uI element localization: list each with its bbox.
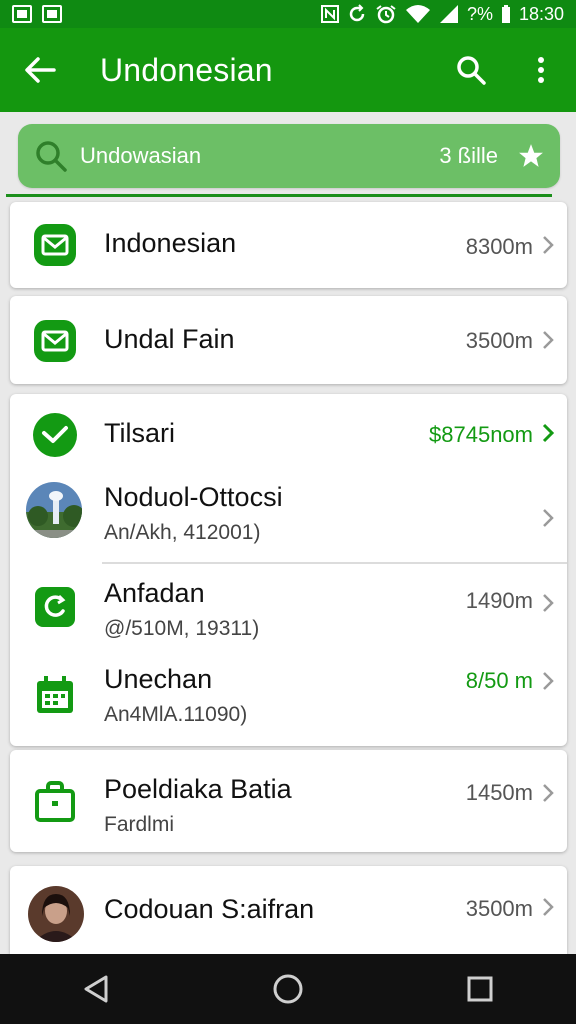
chevron-right-icon [543, 509, 554, 527]
item-value: 1490m [465, 588, 533, 613]
mail-icon [32, 318, 78, 364]
item-value: 3500m [465, 896, 533, 921]
chevron-right-icon [543, 672, 554, 690]
result-count: 3 ßille [439, 143, 498, 168]
nav-back-button[interactable] [56, 959, 136, 1019]
star-icon[interactable] [518, 143, 544, 169]
search-icon [457, 56, 486, 85]
circle-home-icon [273, 974, 303, 1004]
item-subtitle: An/Akh, 412001) [104, 521, 261, 544]
list-card: Undal Fain 3500m [10, 296, 567, 384]
search-underline [6, 194, 552, 197]
wifi-icon [405, 5, 430, 23]
item-value: 8300m [465, 234, 533, 259]
list-item[interactable]: Noduol-Ottocsi An/Akh, 412001) [10, 472, 567, 564]
list-item[interactable]: Anfadan @/510M, 19311) 1490m [10, 566, 567, 650]
overflow-menu-button[interactable] [506, 28, 576, 112]
chevron-right-icon [543, 784, 554, 802]
search-icon [36, 141, 67, 172]
check-circle-icon [32, 412, 78, 458]
calendar-icon [32, 672, 78, 718]
battery-text: ?% [466, 4, 493, 24]
item-title: Tilsari [104, 418, 175, 448]
signal-icon [439, 5, 458, 23]
chevron-right-icon [543, 236, 554, 254]
system-nav-bar [0, 954, 576, 1024]
chevron-right-icon [542, 423, 555, 443]
item-subtitle: Fardlmi [104, 813, 175, 836]
item-title: Undal Fain [104, 324, 235, 354]
search-query: Undowasian [80, 143, 202, 168]
divider [102, 562, 567, 564]
nav-home-button[interactable] [248, 959, 328, 1019]
fountain-photo [26, 482, 82, 538]
list-card-group: Tilsari $8745nom Noduol-Ottocsi An/Akh, … [10, 394, 567, 746]
item-title: Unechan [104, 664, 213, 694]
notification-photo-icon [42, 5, 62, 23]
list-item[interactable]: Indonesian 8300m [10, 202, 567, 288]
square-recents-icon [467, 976, 493, 1002]
chevron-right-icon [543, 594, 554, 612]
battery-icon [501, 5, 510, 23]
chevron-right-icon [543, 898, 554, 916]
status-time: 18:30 [518, 3, 564, 24]
list-item[interactable]: Codouan S:aifran 3500m [10, 866, 567, 954]
search-section: Undowasian 3 ßille [0, 112, 576, 200]
list-item[interactable]: Undal Fain 3500m [10, 296, 567, 384]
item-subtitle: An4MlA.11090) [104, 703, 248, 726]
list-item[interactable]: Poeldiaka Batia Fardlmi 1450m [10, 750, 567, 852]
item-title: Anfadan [104, 578, 205, 608]
item-title: Codouan S:aifran [104, 894, 315, 924]
page-title: Undonesian [100, 51, 273, 88]
arrow-left-icon [25, 57, 56, 83]
chevron-right-icon [543, 331, 554, 349]
item-value: 3500m [465, 328, 533, 353]
nfc-icon [320, 5, 339, 23]
list-item[interactable]: Tilsari $8745nom [10, 394, 567, 472]
list-card: Codouan S:aifran 3500m [10, 866, 567, 954]
refresh-icon [32, 584, 78, 630]
back-button[interactable] [0, 28, 80, 112]
more-vert-icon [538, 57, 544, 83]
search-field[interactable]: Undowasian 3 ßille [18, 124, 560, 188]
item-title: Poeldiaka Batia [104, 774, 292, 804]
item-subtitle: @/510M, 19311) [104, 617, 260, 640]
status-bar: ?% 18:30 [0, 0, 576, 28]
app-bar: Undonesian [0, 28, 576, 112]
item-value: 1450m [465, 780, 533, 805]
bag-icon [32, 778, 78, 824]
alarm-icon [376, 5, 396, 24]
nav-recents-button[interactable] [440, 959, 520, 1019]
mail-icon [32, 222, 78, 268]
item-value: 8/50 m [465, 668, 533, 693]
list-card: Poeldiaka Batia Fardlmi 1450m [10, 750, 567, 852]
list-item[interactable]: Unechan An4MlA.11090) 8/50 m [10, 652, 567, 742]
triangle-back-icon [84, 975, 108, 1003]
sync-icon [349, 4, 365, 22]
item-title: Indonesian [104, 228, 237, 258]
search-button[interactable] [436, 28, 506, 112]
list-card: Indonesian 8300m [10, 202, 567, 288]
person-avatar [28, 886, 84, 942]
item-title: Noduol-Ottocsi [104, 482, 283, 512]
item-value: $8745nom [429, 422, 533, 447]
notification-image-icon [12, 5, 32, 23]
